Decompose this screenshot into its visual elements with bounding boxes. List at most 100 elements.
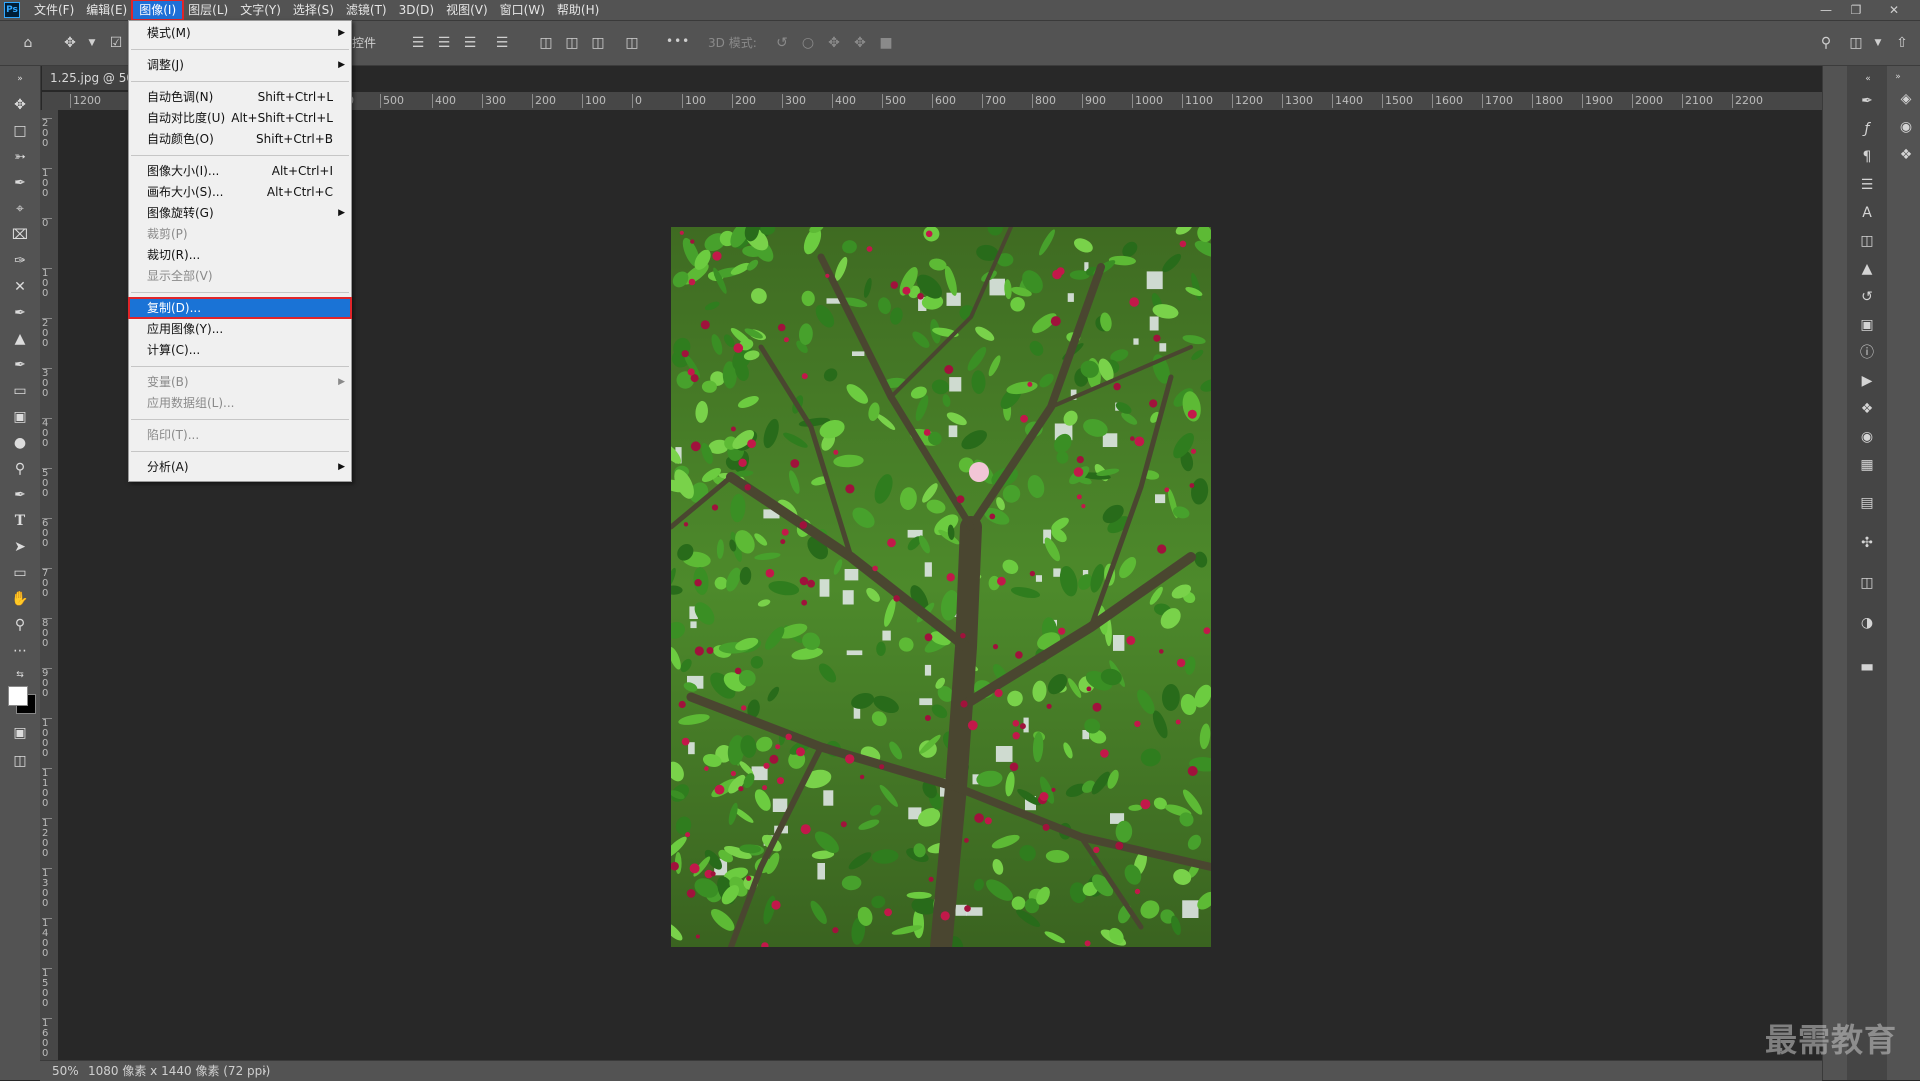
move-tool-icon[interactable]: ✥ <box>60 33 80 53</box>
image-menu-item[interactable]: 应用图像(Y)... <box>129 319 351 339</box>
quick-select-tool-icon[interactable]: ✒ <box>8 172 32 194</box>
menu-0[interactable]: 文件(F) <box>28 1 80 19</box>
menu-7[interactable]: 3D(D) <box>393 1 440 19</box>
blur-tool-icon[interactable]: ● <box>8 432 32 454</box>
align-left-icon[interactable]: ☰ <box>408 33 428 53</box>
expand-panels-icon[interactable]: « <box>1857 68 1879 90</box>
close-icon[interactable]: ✕ <box>1880 0 1908 20</box>
image-menu-item[interactable]: 图像旋转(G) ▶ <box>129 203 351 223</box>
pen-tool-icon[interactable]: ✒ <box>8 484 32 506</box>
image-menu-item[interactable]: 复制(D)... <box>128 297 352 319</box>
histogram-icon[interactable]: ▃ <box>1856 652 1878 674</box>
brush-settings-icon[interactable]: ✒ <box>1856 90 1878 112</box>
menu-2[interactable]: 图像(I) <box>131 0 185 21</box>
hand-tool-icon[interactable]: ✋ <box>8 588 32 610</box>
more-options-button[interactable]: ••• <box>666 34 690 48</box>
3d-pan-icon[interactable]: ✥ <box>824 33 844 53</box>
image-menu-item[interactable]: 自动对比度(U) Alt+Shift+Ctrl+L <box>129 108 351 128</box>
menu-8[interactable]: 视图(V) <box>440 1 494 19</box>
minimize-icon[interactable]: — <box>1812 0 1840 20</box>
align-center-icon[interactable]: ☰ <box>434 33 454 53</box>
distribute-icon[interactable]: ☰ <box>492 33 512 53</box>
share-icon[interactable]: ⇧ <box>1892 33 1912 53</box>
chevron-down-icon[interactable]: ▼ <box>82 33 102 53</box>
info-icon[interactable]: ⓘ <box>1856 342 1878 364</box>
more-tools-icon[interactable]: ⋯ <box>8 640 32 662</box>
healing-tool-icon[interactable]: ✕ <box>8 276 32 298</box>
screen-mode-icon[interactable]: ◫ <box>8 750 32 772</box>
image-menu-item[interactable]: 自动颜色(O) Shift+Ctrl+B <box>129 129 351 149</box>
quick-mask-icon[interactable]: ▣ <box>8 722 32 744</box>
move-tool-icon[interactable]: ✥ <box>8 94 32 116</box>
color-icon[interactable]: ◑ <box>1856 612 1878 634</box>
menu-1[interactable]: 编辑(E) <box>80 1 133 19</box>
eraser-tool-icon[interactable]: ▭ <box>8 380 32 402</box>
auto-select-checkbox[interactable]: ☑ <box>106 33 126 53</box>
swap-colors-icon[interactable]: ⇆ <box>8 664 32 686</box>
properties-icon[interactable]: ▣ <box>1856 314 1878 336</box>
menu-9[interactable]: 窗口(W) <box>494 1 551 19</box>
eyedropper-tool-icon[interactable]: ✑ <box>8 250 32 272</box>
image-menu-item[interactable]: 分析(A) ▶ <box>129 457 351 477</box>
marquee-tool-icon[interactable]: □ <box>8 120 32 142</box>
menu-10[interactable]: 帮助(H) <box>551 1 605 19</box>
align-bottom-icon[interactable]: ◫ <box>588 33 608 53</box>
menu-4[interactable]: 文字(Y) <box>234 1 287 19</box>
image-menu-item[interactable]: 调整(J) ▶ <box>129 55 351 75</box>
image-menu-item[interactable]: 计算(C)... <box>129 340 351 360</box>
menu-5[interactable]: 选择(S) <box>287 1 340 19</box>
channels-icon[interactable]: ◉ <box>1895 116 1917 138</box>
type-tool-icon[interactable]: T <box>8 510 32 532</box>
paths-panel-icon[interactable]: ❖ <box>1895 144 1917 166</box>
libraries-icon[interactable]: ◫ <box>1856 572 1878 594</box>
lasso-tool-icon[interactable]: ➳ <box>8 146 32 168</box>
3d-slide-icon[interactable]: ✥ <box>850 33 870 53</box>
image-menu-item[interactable]: 自动色调(N) Shift+Ctrl+L <box>129 87 351 107</box>
zoom-level[interactable]: 50% <box>52 1061 79 1081</box>
frame-tool-icon[interactable]: ⌧ <box>8 224 32 246</box>
clone-source-icon[interactable]: ▲ <box>1856 258 1878 280</box>
layers-icon[interactable]: ◈ <box>1895 88 1917 110</box>
dodge-tool-icon[interactable]: ⚲ <box>8 458 32 480</box>
navigator-icon[interactable]: ✣ <box>1856 532 1878 554</box>
character-icon[interactable]: A <box>1856 202 1878 224</box>
adjustments-icon[interactable]: ☰ <box>1856 174 1878 196</box>
align-top-icon[interactable]: ◫ <box>536 33 556 53</box>
workspace-icon[interactable]: ◫ <box>1846 33 1866 53</box>
zoom-tool-icon[interactable]: ⚲ <box>8 614 32 636</box>
image-menu-item[interactable]: 裁切(R)... <box>129 245 351 265</box>
restore-icon[interactable]: ❐ <box>1842 0 1870 20</box>
paragraph-icon[interactable]: ¶ <box>1856 146 1878 168</box>
brush-tool-icon[interactable]: ✒ <box>8 302 32 324</box>
image-menu-item[interactable]: 画布大小(S)... Alt+Ctrl+C <box>129 182 351 202</box>
3d-orbit-icon[interactable]: ↺ <box>772 33 792 53</box>
document-image[interactable] <box>671 227 1211 947</box>
foreground-color-swatch[interactable] <box>8 686 28 706</box>
image-menu-item[interactable]: 模式(M) ▶ <box>129 23 351 43</box>
gradient-tool-icon[interactable]: ▣ <box>8 406 32 428</box>
image-menu-item[interactable]: 图像大小(I)... Alt+Ctrl+I <box>129 161 351 181</box>
notes-icon[interactable]: ▤ <box>1856 492 1878 514</box>
stamp-tool-icon[interactable]: ▲ <box>8 328 32 350</box>
distribute-vertical-icon[interactable]: ◫ <box>622 33 642 53</box>
history-brush-tool-icon[interactable]: ✒ <box>8 354 32 376</box>
history-icon[interactable]: ↺ <box>1856 286 1878 308</box>
search-icon[interactable]: ⚲ <box>1816 33 1836 53</box>
path-select-tool-icon[interactable]: ➤ <box>8 536 32 558</box>
workspace-chevron-icon[interactable]: ▼ <box>1868 33 1888 53</box>
glyphs-icon[interactable]: ◫ <box>1856 230 1878 252</box>
3d-roll-icon[interactable]: ○ <box>798 33 818 53</box>
fx-icon[interactable]: ƒ <box>1856 118 1878 140</box>
menu-3[interactable]: 图层(L) <box>182 1 234 19</box>
paths-icon[interactable]: ❖ <box>1856 398 1878 420</box>
collapse-panels-icon[interactable]: » <box>1887 66 1909 88</box>
align-middle-icon[interactable]: ◫ <box>562 33 582 53</box>
3d-camera-icon[interactable]: ■ <box>876 33 896 53</box>
crop-tool-icon[interactable]: ⌖ <box>8 198 32 220</box>
align-right-icon[interactable]: ☰ <box>460 33 480 53</box>
3d-icon[interactable]: ◉ <box>1856 426 1878 448</box>
document-tab[interactable]: 1.25.jpg @ 50 <box>42 66 132 90</box>
home-icon[interactable]: ⌂ <box>18 33 38 53</box>
timeline-grid-icon[interactable]: ▦ <box>1856 454 1878 476</box>
rectangle-tool-icon[interactable]: ▭ <box>8 562 32 584</box>
